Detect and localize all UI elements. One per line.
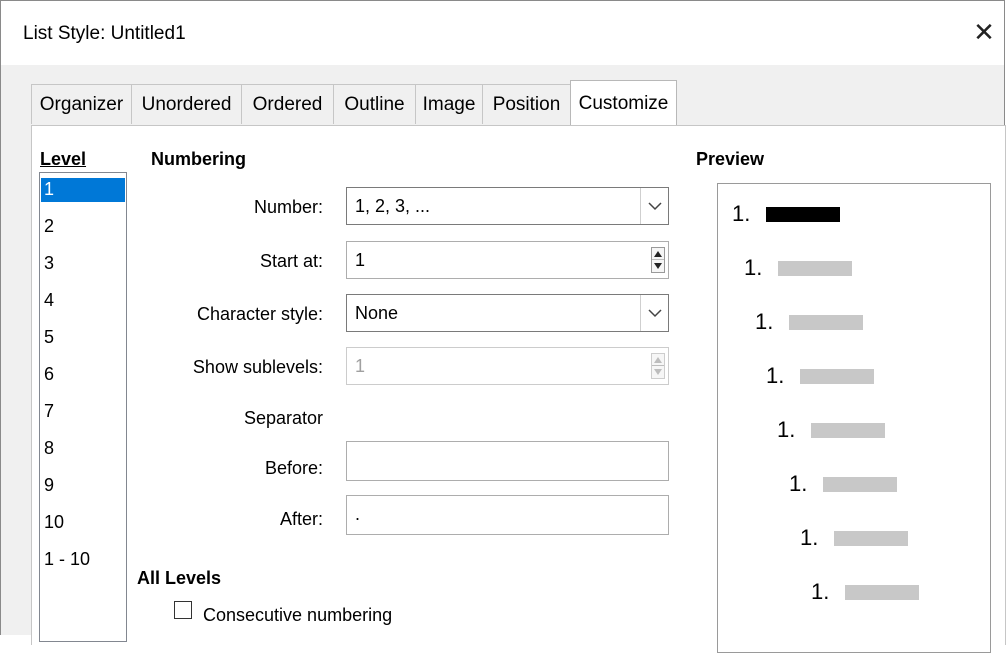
start-at-spinbox[interactable]: 1 — [346, 241, 669, 279]
before-label: Before: — [264, 458, 323, 478]
level-item-all[interactable]: 1 - 10 — [41, 548, 125, 572]
before-input[interactable] — [346, 441, 669, 481]
all-levels-heading: All Levels — [137, 568, 222, 588]
number-value: 1, 2, 3, ... — [355, 196, 431, 216]
number-combobox[interactable]: 1, 2, 3, ... — [346, 187, 669, 225]
show-sublevels-spinbox: 1 — [346, 347, 669, 385]
preview-row-4: 1. — [766, 362, 874, 390]
preview-bar — [800, 368, 874, 384]
level-item-6[interactable]: 6 — [41, 363, 125, 387]
tab-image[interactable]: Image — [415, 84, 483, 124]
preview-box: 1. 1. 1. 1. 1. 1. 1. 1. — [717, 183, 991, 653]
show-sublevels-value: 1 — [355, 356, 366, 376]
tab-unordered[interactable]: Unordered — [131, 84, 242, 124]
close-button[interactable]: ✕ — [964, 9, 1004, 57]
dialog-title: List Style: Untitled1 — [23, 23, 186, 44]
consecutive-numbering-label[interactable]: Consecutive numbering — [203, 605, 392, 626]
preview-row-3: 1. — [755, 308, 863, 336]
level-item-8[interactable]: 8 — [41, 437, 125, 461]
tab-position[interactable]: Position — [482, 84, 571, 124]
character-style-label: Character style: — [196, 304, 323, 324]
character-style-combobox[interactable]: None — [346, 294, 669, 332]
close-icon: ✕ — [973, 17, 995, 47]
spin-arrows-icon — [651, 353, 665, 379]
level-item-5[interactable]: 5 — [41, 326, 125, 350]
level-item-2[interactable]: 2 — [41, 215, 125, 239]
tab-customize[interactable]: Customize — [570, 80, 677, 125]
level-item-7[interactable]: 7 — [41, 400, 125, 424]
preview-number: 1. — [766, 363, 785, 388]
tab-ordered[interactable]: Ordered — [241, 84, 334, 124]
tab-outline[interactable]: Outline — [333, 84, 416, 124]
preview-bar — [778, 260, 852, 276]
title-bar: List Style: Untitled1 ✕ — [1, 1, 1004, 65]
tab-organizer[interactable]: Organizer — [31, 84, 132, 124]
after-label: After: — [279, 509, 323, 529]
preview-bar — [789, 314, 863, 330]
level-heading: Level — [40, 149, 87, 169]
spin-arrows-icon[interactable] — [651, 247, 665, 273]
preview-number: 1. — [789, 471, 808, 496]
preview-number: 1. — [777, 417, 796, 442]
consecutive-numbering-checkbox[interactable] — [174, 601, 192, 619]
preview-heading: Preview — [696, 149, 765, 169]
list-style-dialog: List Style: Untitled1 ✕ Organizer Unorde… — [0, 0, 1006, 653]
show-sublevels-label: Show sublevels: — [192, 357, 323, 377]
preview-bar — [834, 530, 908, 546]
preview-row-5: 1. — [777, 416, 885, 444]
preview-number: 1. — [755, 309, 774, 334]
start-at-value: 1 — [355, 250, 366, 270]
preview-number: 1. — [800, 525, 819, 550]
preview-bar — [823, 476, 897, 492]
numbering-heading: Numbering — [151, 149, 247, 169]
preview-row-6: 1. — [789, 470, 897, 498]
level-item-3[interactable]: 3 — [41, 252, 125, 276]
start-at-label: Start at: — [259, 251, 323, 271]
level-item-9[interactable]: 9 — [41, 474, 125, 498]
preview-number: 1. — [744, 255, 763, 280]
chevron-down-icon[interactable] — [640, 295, 668, 331]
preview-number: 1. — [732, 201, 751, 226]
chevron-down-icon[interactable] — [640, 188, 668, 224]
level-item-4[interactable]: 4 — [41, 289, 125, 313]
preview-number: 1. — [811, 579, 830, 604]
level-list[interactable]: 1 2 3 4 5 6 7 8 9 10 1 - 10 — [39, 172, 127, 642]
preview-row-7: 1. — [800, 524, 908, 552]
preview-row-8: 1. — [811, 578, 919, 606]
level-item-1[interactable]: 1 — [41, 178, 125, 202]
level-item-10[interactable]: 10 — [41, 511, 125, 535]
after-input[interactable]: . — [346, 495, 669, 535]
number-label: Number: — [253, 197, 323, 217]
preview-row-1: 1. — [732, 200, 840, 228]
preview-bar — [845, 584, 919, 600]
character-style-value: None — [355, 303, 399, 323]
preview-bar — [766, 206, 840, 222]
separator-label: Separator — [243, 408, 323, 428]
preview-bar — [811, 422, 885, 438]
after-value: . — [355, 504, 361, 524]
preview-row-2: 1. — [744, 254, 852, 282]
